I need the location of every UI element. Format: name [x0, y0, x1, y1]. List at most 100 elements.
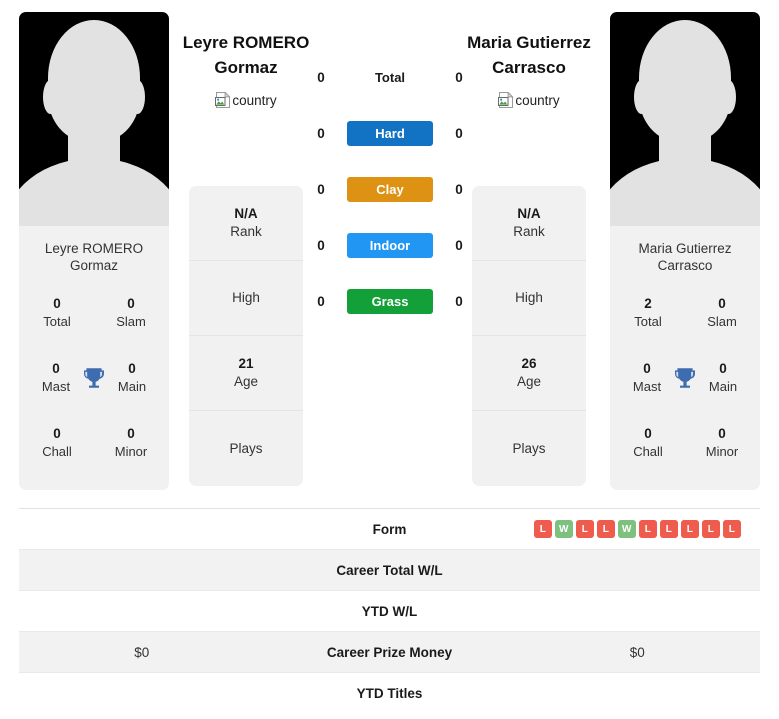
stat-label: Slam [707, 313, 737, 329]
stat-value: 0 [127, 426, 135, 442]
info-label: High [515, 290, 543, 305]
titles-row: 2 Total 0 Slam [610, 295, 760, 331]
form-badge-win[interactable]: W [554, 520, 573, 538]
info-plays-left: Plays [189, 411, 303, 486]
player-country-left: country [215, 92, 277, 108]
form-badge-loss[interactable]: L [596, 520, 615, 538]
titles-row: 0 Mast 0 Main [610, 360, 760, 396]
info-value: 26 [521, 356, 537, 371]
info-label: Age [516, 374, 542, 389]
info-label: Age [233, 374, 259, 389]
avatar-shoulders-icon [19, 158, 169, 226]
stat-value: 0 [643, 360, 651, 376]
form-badge-loss[interactable]: L [575, 520, 594, 538]
stat-label: Chall [633, 444, 663, 460]
titles-row: 0 Chall 0 Minor [610, 425, 760, 461]
stat-value: 0 [719, 360, 727, 376]
broken-image-icon [215, 92, 232, 108]
avatar-ear-right-icon [130, 80, 145, 114]
info-value: N/A [517, 206, 541, 221]
info-high-left: High [189, 261, 303, 336]
info-plays-right: Plays [472, 411, 586, 486]
player-card-left: Leyre ROMERO Gormaz 0 Total 0 Slam 0 Mas… [19, 12, 169, 490]
stat-label: Main [117, 378, 147, 394]
stat-value: 0 [52, 360, 60, 376]
stat-label: Mast [632, 378, 662, 394]
player-card-name-left: Leyre ROMERO Gormaz [44, 241, 144, 273]
surface-score-column: 0 Total 0 0 Hard 0 0 Clay 0 0 Indoor 0 0… [310, 60, 470, 318]
player-country-left-label: country [232, 92, 277, 108]
surface-label-grass: Grass [347, 288, 433, 314]
form-badge-loss[interactable]: L [533, 520, 552, 538]
info-high-right: High [472, 261, 586, 336]
form-badges-right: LWLLWLLLLL [533, 520, 741, 538]
stat-label: Slam [116, 313, 146, 329]
info-age-left: 21 Age [189, 336, 303, 411]
stat-value: 0 [644, 426, 652, 442]
surface-score-left: 0 [317, 125, 325, 141]
title-stat-mast-left: 0 Mast [31, 360, 81, 396]
stat-value: 0 [127, 295, 135, 311]
info-rank-right: N/A Rank [472, 186, 586, 261]
player-info-card-left: N/A Rank High 21 Age Plays [189, 186, 303, 486]
player-avatar-right [610, 12, 760, 226]
info-label: High [232, 290, 260, 305]
head-to-head-comparison: Leyre ROMERO Gormaz 0 Total 0 Slam 0 Mas… [0, 0, 779, 497]
form-badge-loss[interactable]: L [638, 520, 657, 538]
title-stat-minor-right: 0 Minor [696, 425, 748, 461]
surface-label-indoor: Indoor [347, 232, 433, 258]
form-right-cell: LWLLWLLLLL [515, 520, 761, 538]
form-badge-win[interactable]: W [617, 520, 636, 538]
avatar-ear-left-icon [634, 80, 649, 114]
surface-row-clay: 0 Clay 0 [310, 172, 470, 206]
stat-value: 0 [128, 360, 136, 376]
surface-score-left: 0 [317, 181, 325, 197]
surface-label-clay: Clay [347, 176, 433, 202]
table-label-form: Form [372, 521, 407, 537]
surface-row-hard: 0 Hard 0 [310, 116, 470, 150]
title-stat-total-left: 0 Total [31, 295, 83, 331]
form-badge-loss[interactable]: L [680, 520, 699, 538]
table-label-ytd-titles: YTD Titles [356, 686, 423, 701]
form-badge-loss[interactable]: L [722, 520, 741, 538]
stat-label: Total [43, 313, 71, 329]
table-row-ytd-wl: YTD W/L [19, 591, 760, 632]
career-prize-money-right: $0 [629, 644, 645, 660]
title-stat-main-right: 0 Main [698, 360, 748, 396]
surface-score-right: 0 [455, 125, 463, 141]
form-badge-loss[interactable]: L [659, 520, 678, 538]
table-row-career-prize-money: $0 Career Prize Money $0 [19, 632, 760, 673]
surface-label-hard: Hard [347, 120, 433, 146]
info-label: Plays [512, 440, 546, 456]
title-stat-chall-left: 0 Chall [31, 425, 83, 461]
title-stat-total-right: 2 Total [622, 295, 674, 331]
trophy-icon [675, 368, 695, 388]
stat-value: 2 [644, 295, 652, 311]
surface-label-total: Total [374, 69, 406, 85]
player-card-name-right: Maria Gutierrez Carrasco [638, 241, 732, 273]
player-info-card-right: N/A Rank High 26 Age Plays [472, 186, 586, 486]
titles-row: 0 Total 0 Slam [19, 295, 169, 331]
surface-row-indoor: 0 Indoor 0 [310, 228, 470, 262]
surface-score-left: 0 [317, 69, 325, 85]
surface-score-right: 0 [455, 237, 463, 253]
table-row-ytd-titles: YTD Titles [19, 673, 760, 714]
stat-label: Chall [42, 444, 72, 460]
titles-row: 0 Mast 0 Main [19, 360, 169, 396]
avatar-ear-left-icon [43, 80, 58, 114]
surface-score-right: 0 [455, 293, 463, 309]
info-age-right: 26 Age [472, 336, 586, 411]
surface-score-right: 0 [455, 181, 463, 197]
stat-label: Minor [114, 444, 148, 460]
info-value: 21 [238, 356, 254, 371]
surface-score-right: 0 [455, 69, 463, 85]
player-country-right: country [498, 92, 560, 108]
stat-label: Main [708, 378, 738, 394]
table-row-career-total-wl: Career Total W/L [19, 550, 760, 591]
surface-row-grass: 0 Grass 0 [310, 284, 470, 318]
info-label: Rank [513, 224, 545, 239]
info-value: N/A [234, 206, 258, 221]
form-badge-loss[interactable]: L [701, 520, 720, 538]
comparison-stats-table: Form LWLLWLLLLL Career Total W/L YTD W/L… [19, 508, 760, 714]
title-stat-slam-right: 0 Slam [696, 295, 748, 331]
